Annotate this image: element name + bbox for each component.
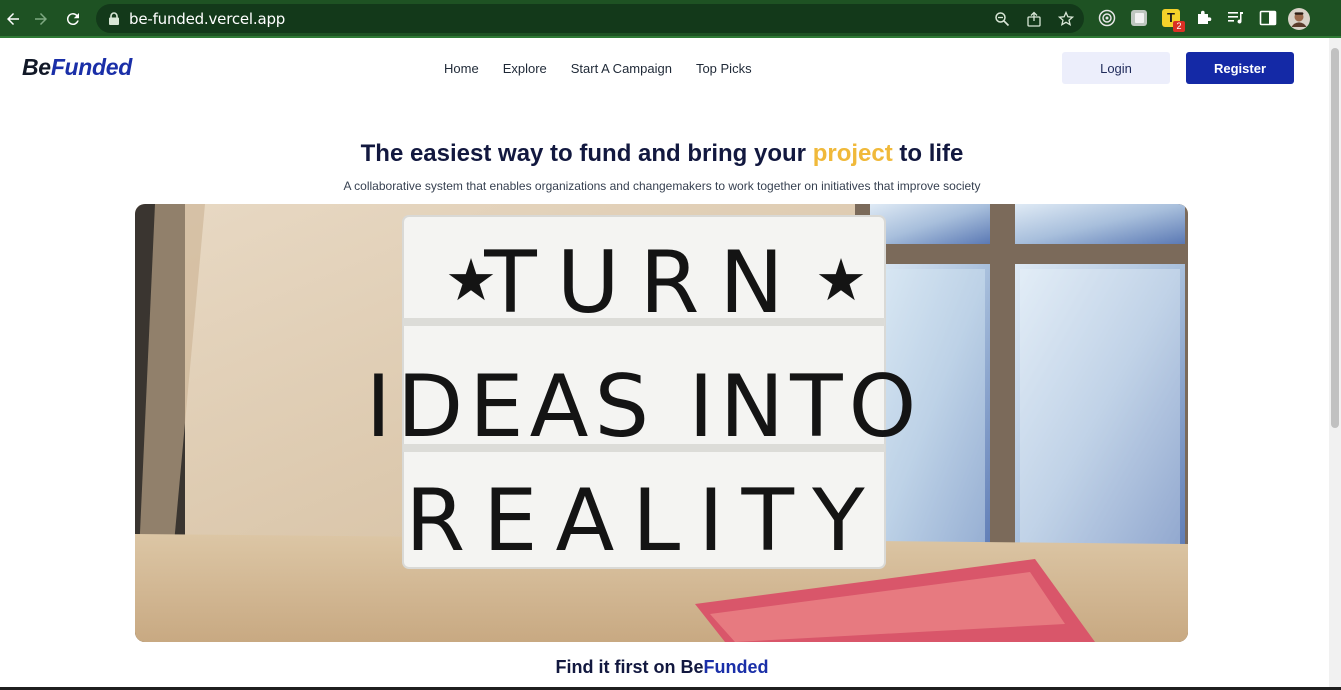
hero-title-accent: project bbox=[812, 140, 893, 167]
befunded-logo[interactable]: BeFunded bbox=[22, 54, 132, 81]
zoom-icon[interactable] bbox=[994, 11, 1010, 27]
extension-target-icon[interactable] bbox=[1098, 9, 1116, 27]
login-button[interactable]: Login bbox=[1062, 52, 1170, 84]
reload-icon[interactable] bbox=[62, 8, 84, 30]
register-button[interactable]: Register bbox=[1186, 52, 1294, 84]
find-first-prefix: Find it first on bbox=[555, 657, 681, 677]
hero-title-end: to life bbox=[892, 140, 964, 167]
nav-home[interactable]: Home bbox=[444, 61, 479, 76]
hero-title-start: The easiest way to fund and bring your bbox=[360, 140, 813, 167]
lightbox-star-right-icon: ★ bbox=[815, 248, 867, 313]
logo-be: Be bbox=[22, 54, 51, 80]
logo-funded: Funded bbox=[50, 54, 133, 80]
bookmark-star-icon[interactable] bbox=[1058, 11, 1074, 27]
address-bar[interactable]: be-funded.vercel.app bbox=[96, 4, 1084, 33]
lightbox-line-3: REALITY bbox=[405, 471, 882, 571]
lightbox-line-2: IDEAS INTO bbox=[366, 357, 923, 457]
back-arrow-icon[interactable] bbox=[2, 8, 24, 30]
lock-icon bbox=[109, 12, 119, 25]
nav-explore[interactable]: Explore bbox=[503, 61, 547, 76]
extension-picture-icon[interactable] bbox=[1130, 9, 1148, 27]
lightbox-line-1: TURN bbox=[483, 233, 804, 333]
media-queue-icon[interactable] bbox=[1227, 9, 1245, 27]
nav-top-picks[interactable]: Top Picks bbox=[696, 61, 752, 76]
extensions-puzzle-icon[interactable] bbox=[1195, 9, 1213, 27]
profile-avatar[interactable] bbox=[1288, 8, 1310, 30]
lightbox-photo: ★ ★ TURN IDEAS INTO REALITY bbox=[135, 204, 1188, 642]
scrollbar-thumb[interactable] bbox=[1331, 48, 1339, 428]
share-icon[interactable] bbox=[1026, 11, 1042, 27]
find-first-be: Be bbox=[680, 657, 704, 677]
extension-badge: 2 bbox=[1173, 21, 1185, 32]
find-first-funded: Funded bbox=[703, 657, 769, 677]
toolbar-divider bbox=[0, 36, 1341, 38]
hero-subtitle: A collaborative system that enables orga… bbox=[343, 179, 981, 193]
forward-arrow-icon[interactable] bbox=[30, 8, 52, 30]
find-first-heading: Find it first on BeFunded bbox=[0, 657, 1324, 678]
hero-title: The easiest way to fund and bring your p… bbox=[0, 140, 1324, 168]
hero-image: ★ ★ TURN IDEAS INTO REALITY bbox=[135, 204, 1188, 642]
side-panel-icon[interactable] bbox=[1259, 9, 1277, 27]
url-text[interactable]: be-funded.vercel.app bbox=[129, 10, 285, 28]
nav-start-campaign[interactable]: Start A Campaign bbox=[571, 61, 672, 76]
main-nav: Home Explore Start A Campaign Top Picks bbox=[444, 61, 776, 76]
